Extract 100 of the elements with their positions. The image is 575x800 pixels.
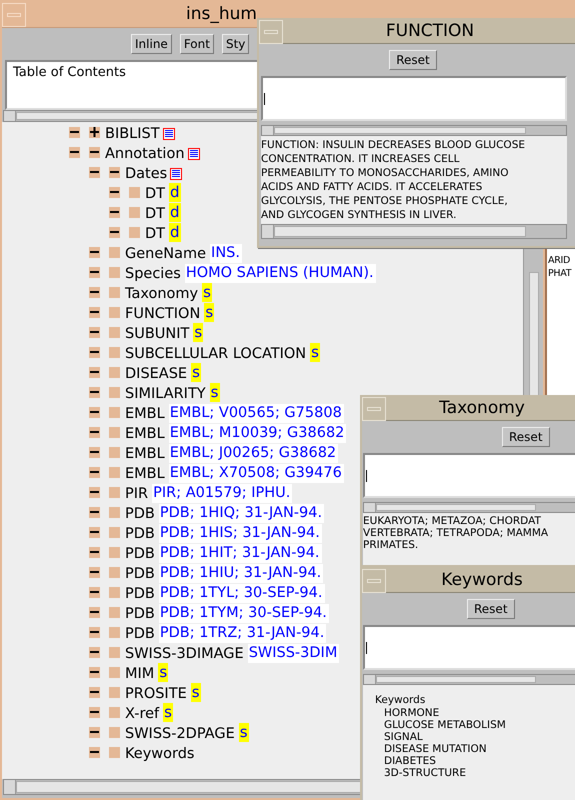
collapse-icon[interactable] (89, 266, 100, 278)
list-icon[interactable] (188, 148, 200, 160)
collapse-icon[interactable] (89, 726, 100, 738)
value-link[interactable]: PDB; 1HIU; 31-JAN-94. (158, 564, 324, 582)
tree-label[interactable]: Taxonomy (125, 284, 198, 304)
tree-label[interactable]: X-ref (125, 704, 160, 724)
collapse-icon[interactable] (89, 426, 100, 438)
text-input[interactable] (363, 453, 575, 498)
tag[interactable]: s (238, 722, 249, 742)
tree-label[interactable]: Annotation (105, 144, 185, 164)
tag[interactable]: d (169, 202, 181, 222)
tree-label[interactable]: Keywords (125, 744, 194, 764)
value-link[interactable]: PDB; 1HIS; 31-JAN-94. (158, 524, 322, 542)
horizontal-scrollbar[interactable] (363, 502, 575, 513)
toolbar-button[interactable]: Font (180, 34, 214, 54)
collapse-icon[interactable] (89, 566, 100, 578)
tree-label[interactable]: EMBL (125, 464, 165, 484)
list-icon[interactable] (170, 168, 182, 180)
tag[interactable]: d (169, 222, 181, 242)
collapse-icon[interactable] (89, 406, 100, 418)
tree-label[interactable]: EMBL (125, 404, 165, 424)
collapse-icon[interactable] (109, 226, 120, 238)
collapse-icon[interactable] (89, 466, 100, 478)
value-link[interactable]: EMBL; M10039; G38682 (168, 424, 346, 442)
toolbar-button[interactable]: Sty (222, 34, 250, 54)
collapse-icon[interactable] (69, 126, 80, 138)
tree-label[interactable]: PROSITE (125, 684, 187, 704)
collapse-icon[interactable] (109, 206, 120, 218)
collapse-icon[interactable] (109, 186, 120, 198)
tree-label[interactable]: SUBCELLULAR LOCATION (125, 344, 306, 364)
tag[interactable]: s (193, 322, 204, 342)
tree-label[interactable]: Species (125, 264, 181, 284)
tree-label[interactable]: DT (145, 224, 166, 244)
collapse-icon[interactable] (69, 146, 80, 158)
tree-label[interactable]: PDB (125, 584, 155, 604)
collapse-icon[interactable] (89, 246, 100, 258)
tree-label[interactable]: SIMILARITY (125, 384, 206, 404)
minus-icon[interactable] (89, 146, 100, 158)
collapse-icon[interactable] (89, 286, 100, 298)
tag[interactable]: s (163, 702, 173, 722)
tree-label[interactable]: EMBL (125, 444, 165, 464)
value-link[interactable]: PDB; 1TYM; 30-SEP-94. (158, 604, 329, 622)
collapse-icon[interactable] (89, 306, 100, 318)
toolbar-button[interactable]: Inline (131, 34, 172, 54)
tree-label[interactable]: PDB (125, 564, 155, 584)
value-link[interactable]: PDB; 1HIQ; 31-JAN-94. (158, 504, 324, 522)
tag[interactable]: s (210, 382, 220, 402)
tree-label[interactable]: SUBUNIT (125, 324, 190, 344)
value-link[interactable]: PIR; A01579; IPHU. (152, 484, 292, 502)
collapse-icon[interactable] (89, 606, 100, 618)
plus-icon[interactable] (89, 126, 100, 138)
collapse-icon[interactable] (89, 626, 100, 638)
collapse-icon[interactable] (89, 166, 100, 178)
reset-button[interactable]: Reset (467, 599, 515, 619)
tree-label[interactable]: PDB (125, 504, 155, 524)
value-link[interactable]: SWISS-3DIM (248, 644, 340, 662)
text-input[interactable] (363, 625, 575, 670)
tree-label[interactable]: DT (145, 204, 166, 224)
collapse-icon[interactable] (89, 346, 100, 358)
tree-label[interactable]: PDB (125, 544, 155, 564)
collapse-icon[interactable] (89, 486, 100, 498)
tree-label[interactable]: PIR (125, 484, 148, 504)
tree-label[interactable]: GeneName (125, 244, 206, 264)
tree-label[interactable]: SWISS-2DPAGE (125, 724, 235, 744)
collapse-icon[interactable] (89, 326, 100, 338)
collapse-icon[interactable] (89, 686, 100, 698)
collapse-icon[interactable] (89, 666, 100, 678)
horizontal-scrollbar[interactable] (261, 224, 567, 239)
collapse-icon[interactable] (89, 706, 100, 718)
collapse-icon[interactable] (89, 746, 100, 758)
tag[interactable]: s (158, 662, 168, 682)
horizontal-scrollbar[interactable] (261, 125, 567, 136)
tag[interactable]: s (204, 302, 214, 322)
tree-label[interactable]: PDB (125, 524, 155, 544)
reset-button[interactable]: Reset (389, 50, 437, 70)
tree-label[interactable]: BIBLIST (105, 124, 160, 144)
value-link[interactable]: PDB; 1TYL; 30-SEP-94. (158, 584, 324, 602)
value-link[interactable]: EMBL; J00265; G38682 (168, 444, 338, 462)
minus-icon[interactable] (109, 166, 120, 178)
tag[interactable]: s (310, 342, 320, 362)
tree-label[interactable]: DISEASE (125, 364, 188, 384)
tag[interactable]: s (191, 362, 201, 382)
value-link[interactable]: EMBL; X70508; G39476 (168, 464, 344, 482)
collapse-icon[interactable] (89, 586, 100, 598)
tree-label[interactable]: FUNCTION (125, 304, 200, 324)
value-link[interactable]: INS. (210, 244, 242, 262)
value-link[interactable]: EMBL; V00565; G75808 (168, 404, 344, 422)
tree-label[interactable]: EMBL (125, 424, 165, 444)
collapse-icon[interactable] (89, 366, 100, 378)
tree-label[interactable]: MIM (125, 664, 154, 684)
tree-label[interactable]: PDB (125, 604, 155, 624)
text-input[interactable] (261, 76, 567, 121)
value-link[interactable]: HOMO SAPIENS (HUMAN). (184, 264, 376, 282)
list-icon[interactable] (162, 128, 175, 140)
value-link[interactable]: PDB; 1TRZ; 31-JAN-94. (158, 624, 326, 642)
tree-label[interactable]: Dates (125, 164, 168, 184)
tag[interactable]: s (202, 282, 212, 302)
tree-label[interactable]: SWISS-3DIMAGE (125, 644, 244, 664)
horizontal-scrollbar[interactable] (363, 674, 575, 685)
collapse-icon[interactable] (89, 646, 100, 658)
